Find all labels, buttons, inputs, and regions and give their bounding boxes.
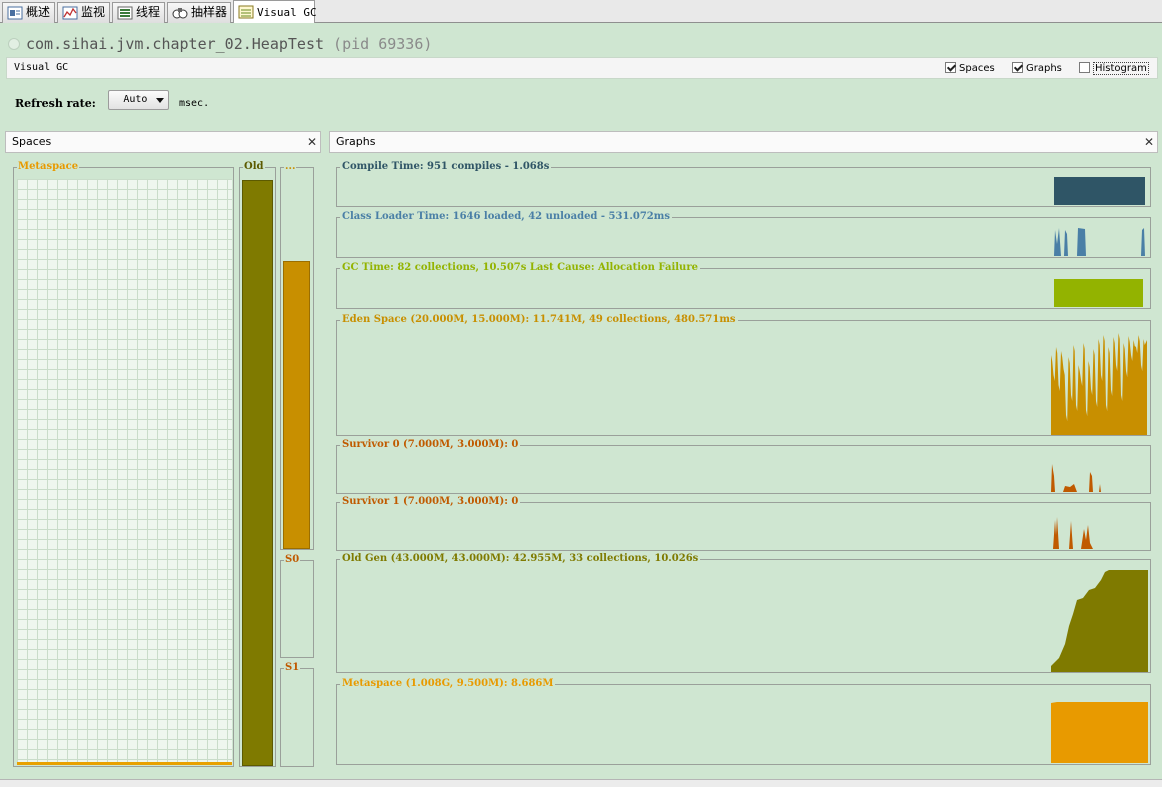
status-icon (8, 38, 20, 50)
compile-time-series (1054, 177, 1145, 205)
gc-time-series (1054, 279, 1143, 307)
spaces-panel-close-icon[interactable]: ✕ (307, 132, 317, 152)
visual-gc-view: com.sihai.jvm.chapter_02.HeapTest (pid 6… (0, 23, 1162, 787)
tab-bar: 概述 监视 线程 抽样器 Visual GC (0, 0, 1162, 24)
refresh-rate-row: Refresh rate: Auto msec. (15, 90, 210, 111)
eden-space-usage-bar (283, 261, 310, 549)
eden-space-graph: Eden Space (20.000M, 15.000M): 11.741M, … (336, 314, 1151, 436)
app-title: com.sihai.jvm.chapter_02.HeapTest (pid 6… (8, 35, 432, 53)
tab-overview[interactable]: 概述 (2, 2, 55, 23)
old-space: Old (239, 161, 276, 767)
survivor0-series (1051, 464, 1101, 492)
tab-threads-label: 线程 (136, 5, 161, 19)
eden-space-series (1051, 333, 1147, 435)
refresh-rate-select[interactable]: Auto (108, 90, 170, 110)
visual-gc-header: Visual GC Spaces Graphs Histogram (6, 57, 1158, 79)
refresh-rate-value: Auto (123, 94, 148, 105)
refresh-rate-unit: msec. (179, 98, 210, 109)
threads-icon (117, 6, 133, 20)
s1-space-label: S1 (284, 662, 301, 674)
gc-time-graph: GC Time: 82 collections, 10.507s Last Ca… (336, 262, 1151, 309)
old-space-usage-bar (242, 180, 273, 766)
survivor1-graph: Survivor 1 (7.000M, 3.000M): 0 (336, 496, 1151, 551)
survivor1-series (1053, 517, 1093, 549)
spaces-checkbox[interactable]: Spaces (945, 62, 995, 74)
spaces-panel-header: Spaces ✕ (5, 131, 321, 153)
metaspace-space: Metaspace (13, 161, 234, 767)
visual-gc-title: Visual GC (14, 62, 69, 73)
spaces-checkbox-label: Spaces (959, 63, 995, 74)
histogram-checkbox-label: Histogram (1093, 62, 1149, 75)
eden-space-label: ... (284, 161, 297, 173)
tab-sampler[interactable]: 抽样器 (167, 2, 231, 23)
graphs-checkbox-box[interactable] (1012, 62, 1023, 73)
tab-visual-gc-label: Visual GC (257, 6, 317, 19)
tab-monitor-label: 监视 (81, 5, 106, 19)
class-loader-series (1054, 228, 1145, 256)
graphs-checkbox-label: Graphs (1026, 63, 1062, 74)
old-gen-series (1051, 570, 1148, 672)
app-pid: (pid 69336) (333, 35, 433, 53)
tab-overview-label: 概述 (26, 5, 51, 19)
old-space-label: Old (243, 161, 265, 173)
survivor0-graph: Survivor 0 (7.000M, 3.000M): 0 (336, 439, 1151, 494)
s1-space: S1 (280, 662, 314, 767)
bottom-bar (0, 779, 1162, 787)
monitor-icon (62, 6, 78, 20)
old-gen-graph: Old Gen (43.000M, 43.000M): 42.955M, 33 … (336, 553, 1151, 673)
compile-time-graph: Compile Time: 951 compiles - 1.068s (336, 161, 1151, 207)
overview-icon (7, 6, 23, 20)
s0-space-label: S0 (284, 554, 301, 566)
metaspace-graph: Metaspace (1.008G, 9.500M): 8.686M (336, 678, 1151, 765)
spaces-checkbox-box[interactable] (945, 62, 956, 73)
tab-monitor[interactable]: 监视 (57, 2, 110, 23)
metaspace-usage-bar (17, 762, 232, 765)
sampler-icon (172, 8, 188, 19)
eden-space: ... (280, 161, 314, 550)
tab-threads[interactable]: 线程 (112, 2, 165, 23)
graphs-checkbox[interactable]: Graphs (1012, 62, 1062, 74)
refresh-rate-label: Refresh rate: (15, 97, 96, 110)
chevron-down-icon (156, 98, 165, 103)
s0-space: S0 (280, 554, 314, 658)
histogram-checkbox-box[interactable] (1079, 62, 1090, 73)
graphs-panel-title: Graphs (336, 135, 376, 148)
metaspace-grid (17, 179, 232, 765)
visualgc-icon (238, 5, 254, 19)
class-loader-graph: Class Loader Time: 1646 loaded, 42 unloa… (336, 211, 1151, 258)
metaspace-space-label: Metaspace (17, 161, 80, 173)
app-class-name: com.sihai.jvm.chapter_02.HeapTest (26, 35, 325, 53)
tab-sampler-label: 抽样器 (191, 5, 228, 19)
spaces-panel-title: Spaces (12, 135, 52, 148)
tab-visual-gc[interactable]: Visual GC (233, 0, 317, 24)
metaspace-series (1051, 702, 1148, 763)
histogram-checkbox[interactable]: Histogram (1079, 62, 1149, 75)
graphs-panel-header: Graphs ✕ (329, 131, 1158, 153)
graphs-panel-close-icon[interactable]: ✕ (1144, 132, 1154, 152)
